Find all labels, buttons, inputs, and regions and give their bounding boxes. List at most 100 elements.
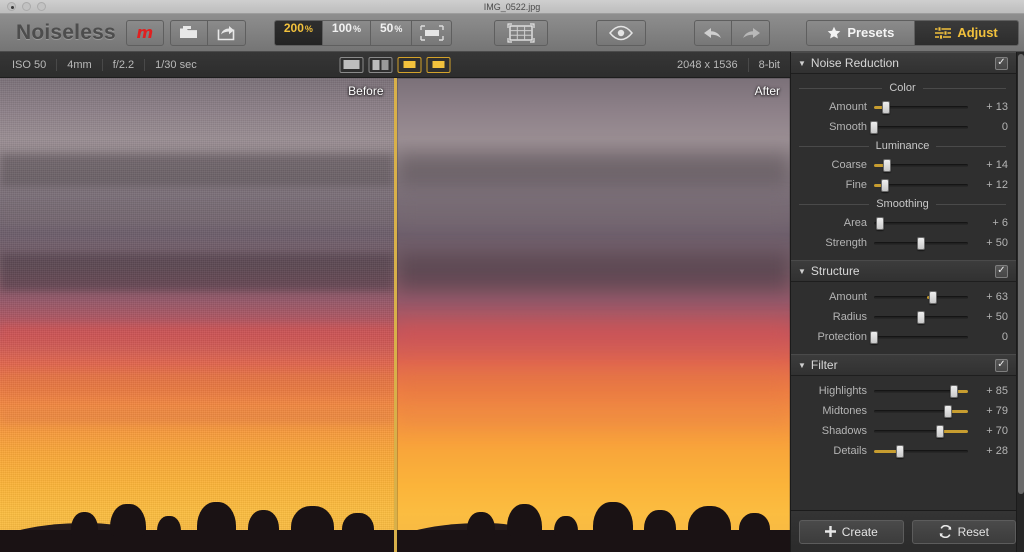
section-header-structure[interactable]: ▼ Structure ✓ <box>791 260 1016 282</box>
slider-value-midtones: + 79 <box>986 405 1008 417</box>
zoom-100-button[interactable]: 100 % <box>322 19 371 46</box>
exif-aperture: f/2.2 <box>103 58 146 71</box>
preview-toggle-button[interactable] <box>596 19 647 46</box>
app-body: ISO 50 4mm f/2.2 1/30 sec 2048 x 1536 8-… <box>0 52 1024 552</box>
after-label: After <box>754 84 780 98</box>
slider-label-fine: Fine <box>845 179 867 191</box>
slider-row-radius: Radius + 50 <box>791 307 1016 327</box>
slider-handle-smooth[interactable] <box>870 121 878 134</box>
undo-button[interactable] <box>694 19 733 46</box>
open-file-button[interactable] <box>169 19 208 46</box>
chevron-down-icon[interactable]: ▼ <box>798 267 806 276</box>
slider-handle-amount[interactable] <box>882 101 891 114</box>
slider-handle-highlights[interactable] <box>949 385 958 398</box>
slider-smooth[interactable] <box>870 120 968 134</box>
view-mode-single[interactable] <box>339 56 364 73</box>
slider-handle-shadows[interactable] <box>935 425 944 438</box>
zoom-100-suffix: % <box>352 23 361 34</box>
slider-label-coarse: Coarse <box>831 159 867 171</box>
slider-row-midtones: Midtones + 79 <box>791 401 1016 421</box>
crop-tool-button[interactable] <box>494 19 549 46</box>
slider-details[interactable] <box>874 444 968 458</box>
eye-preview-icon <box>608 25 634 41</box>
create-preset-button[interactable]: Create <box>799 519 904 544</box>
workspace-mode-group: Presets Adjust <box>806 19 1019 46</box>
slider-protection[interactable] <box>870 330 968 344</box>
section-enable-checkbox[interactable]: ✓ <box>995 56 1008 70</box>
slider-value-protection: 0 <box>1001 331 1008 343</box>
slider-row-smooth: Smooth 0 <box>791 117 1016 137</box>
slider-handle-midtones[interactable] <box>944 405 953 418</box>
tab-presets[interactable]: Presets <box>806 19 916 46</box>
slider-row-coarse: Coarse + 14 <box>791 155 1016 175</box>
slider-label-amount: Amount <box>829 291 867 303</box>
slider-track-smooth[interactable] <box>874 126 968 129</box>
logo-group: m <box>125 19 164 46</box>
section-header-filter[interactable]: ▼ Filter ✓ <box>791 354 1016 376</box>
slider-handle-area[interactable] <box>875 217 884 230</box>
section-header-noise-reduction[interactable]: ▼ Noise Reduction ✓ <box>791 52 1016 74</box>
section-title: Noise Reduction <box>810 56 899 70</box>
slider-handle-details[interactable] <box>896 445 905 458</box>
exif-info: ISO 50 4mm f/2.2 1/30 sec <box>0 58 207 71</box>
zoom-200-button[interactable]: 200 % <box>273 19 323 46</box>
zoom-200-suffix: % <box>304 23 313 34</box>
crop-group <box>494 19 549 46</box>
view-mode-split[interactable] <box>368 56 393 73</box>
chevron-down-icon[interactable]: ▼ <box>798 361 806 370</box>
slider-handle-protection[interactable] <box>870 331 878 344</box>
slider-fine[interactable] <box>874 178 968 192</box>
view-mode-group <box>339 56 451 73</box>
slider-handle-amount[interactable] <box>929 291 938 304</box>
sliders-icon <box>935 25 952 40</box>
slider-value-highlights: + 85 <box>986 385 1008 397</box>
slider-coarse[interactable] <box>874 158 968 172</box>
section-enable-checkbox[interactable]: ✓ <box>995 264 1008 278</box>
slider-handle-fine[interactable] <box>881 179 890 192</box>
section-enable-checkbox[interactable]: ✓ <box>995 358 1008 372</box>
reset-button[interactable]: Reset <box>911 519 1016 544</box>
zoom-50-button[interactable]: 50 % <box>370 19 413 46</box>
view-mode-side-by-side[interactable] <box>397 56 422 73</box>
panel-scrollbar-thumb[interactable] <box>1018 54 1024 494</box>
slider-handle-strength[interactable] <box>917 237 925 250</box>
slider-amount[interactable] <box>874 290 968 304</box>
slider-shadows[interactable] <box>874 424 968 438</box>
file-group <box>169 19 246 46</box>
app-title: Noiseless <box>16 20 116 44</box>
slider-midtones[interactable] <box>874 404 968 418</box>
section-body-filter: Highlights + 85 Midtones + 79 Shadows + 70 Det… <box>791 376 1016 468</box>
slider-highlights[interactable] <box>874 384 968 398</box>
macphun-logo-button[interactable]: m <box>125 19 164 46</box>
after-image-pane[interactable]: After <box>396 78 790 552</box>
zoom-level-group: 200 % 100 % 50 % <box>273 19 453 46</box>
slider-handle-radius[interactable] <box>917 311 925 324</box>
slider-area[interactable] <box>874 216 968 230</box>
image-bit-depth: 8-bit <box>758 58 780 71</box>
slider-row-amount: Amount + 13 <box>791 97 1016 117</box>
view-mode-side-by-side-b[interactable] <box>426 56 451 73</box>
before-image-pane[interactable]: Before <box>0 78 394 552</box>
section-body-noise-reduction: Color Amount + 13 Smooth 0 Luminance Coarse + 1… <box>791 74 1016 260</box>
panel-scrollbar[interactable] <box>1016 52 1024 552</box>
chevron-down-icon[interactable]: ▼ <box>798 59 806 68</box>
section-title: Structure <box>810 264 860 278</box>
image-stage[interactable]: Before After <box>0 78 790 552</box>
share-export-button[interactable] <box>207 19 246 46</box>
slider-track-amount[interactable] <box>874 296 968 299</box>
fit-to-screen-button[interactable] <box>412 19 453 46</box>
slider-handle-coarse[interactable] <box>883 159 892 172</box>
slider-radius[interactable] <box>874 310 968 324</box>
slider-track-protection[interactable] <box>874 336 968 339</box>
window-title: IMG_0522.jpg <box>483 2 541 12</box>
crop-grid-icon <box>507 22 535 43</box>
tab-adjust[interactable]: Adjust <box>915 19 1019 46</box>
redo-button[interactable] <box>732 19 771 46</box>
share-icon <box>217 25 236 41</box>
slider-strength[interactable] <box>874 236 968 250</box>
preview-group <box>596 19 647 46</box>
slider-track-area[interactable] <box>874 222 968 225</box>
exif-shutter: 1/30 sec <box>155 58 197 71</box>
slider-amount[interactable] <box>874 100 968 114</box>
slider-value-amount: + 13 <box>986 101 1008 113</box>
